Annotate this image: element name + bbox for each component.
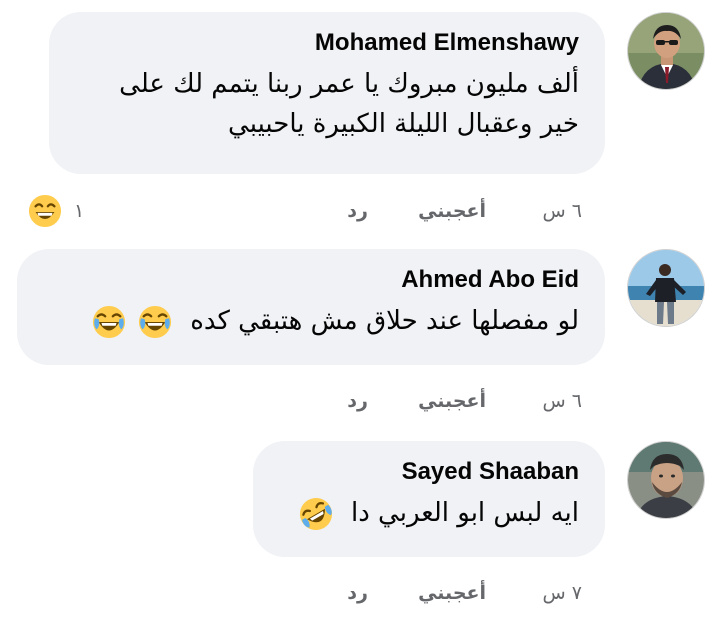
face-with-tears-of-joy-icon: [138, 305, 172, 339]
comment-text: لو مفصلها عند حلاق مش هتبقي كده: [37, 301, 579, 341]
avatar[interactable]: [627, 12, 705, 90]
reply-button[interactable]: رد: [347, 390, 368, 412]
comment-1: Mohamed Elmenshawy ألف مليون مبروك يا عم…: [0, 0, 720, 230]
comment-author[interactable]: Mohamed Elmenshawy: [69, 28, 579, 58]
comment-2: Ahmed Abo Eid لو مفصلها عند حلاق مش هتبق…: [0, 240, 720, 420]
comment-text-content: ايه لبس ابو العربي دا: [350, 498, 579, 528]
avatar[interactable]: [627, 249, 705, 327]
reply-button[interactable]: رد: [347, 582, 368, 604]
reaction-count: ١: [74, 200, 85, 222]
comment-timestamp: ٦ س: [542, 390, 582, 412]
face-with-tears-of-joy-icon: [92, 305, 126, 339]
comment-timestamp: ٦ س: [542, 200, 582, 222]
comment-actions: ٧ س أعجبني رد: [330, 582, 590, 606]
rolling-on-floor-laughing-icon: [299, 497, 333, 531]
comment-bubble[interactable]: Sayed Shaaban ايه لبس ابو العربي دا: [253, 441, 605, 557]
comment-text-line: خير وعقبال الليلة الكبيرة ياحبيبي: [228, 109, 579, 139]
comment-bubble[interactable]: Ahmed Abo Eid لو مفصلها عند حلاق مش هتبق…: [17, 249, 605, 365]
comment-bubble[interactable]: Mohamed Elmenshawy ألف مليون مبروك يا عم…: [49, 12, 605, 174]
avatar[interactable]: [627, 441, 705, 519]
comment-author[interactable]: Sayed Shaaban: [273, 457, 579, 487]
comment-actions: ٦ س أعجبني رد: [330, 390, 590, 414]
comment-text: ايه لبس ابو العربي دا: [273, 493, 579, 533]
like-button[interactable]: أعجبني: [418, 582, 486, 604]
comment-author[interactable]: Ahmed Abo Eid: [37, 265, 579, 295]
grinning-face-icon: [28, 194, 62, 228]
comment-text-line: ألف مليون مبروك يا عمر ربنا يتمم لك على: [119, 69, 579, 99]
reply-button[interactable]: رد: [347, 200, 368, 222]
comment-text-content: لو مفصلها عند حلاق مش هتبقي كده: [190, 306, 579, 336]
comment-3: Sayed Shaaban ايه لبس ابو العربي دا ٧ س …: [0, 430, 720, 620]
reaction-summary[interactable]: ١: [28, 194, 84, 228]
comment-timestamp: ٧ س: [542, 582, 582, 604]
comment-actions: ٦ س أعجبني رد: [330, 200, 590, 224]
like-button[interactable]: أعجبني: [418, 390, 486, 412]
like-button[interactable]: أعجبني: [418, 200, 486, 222]
